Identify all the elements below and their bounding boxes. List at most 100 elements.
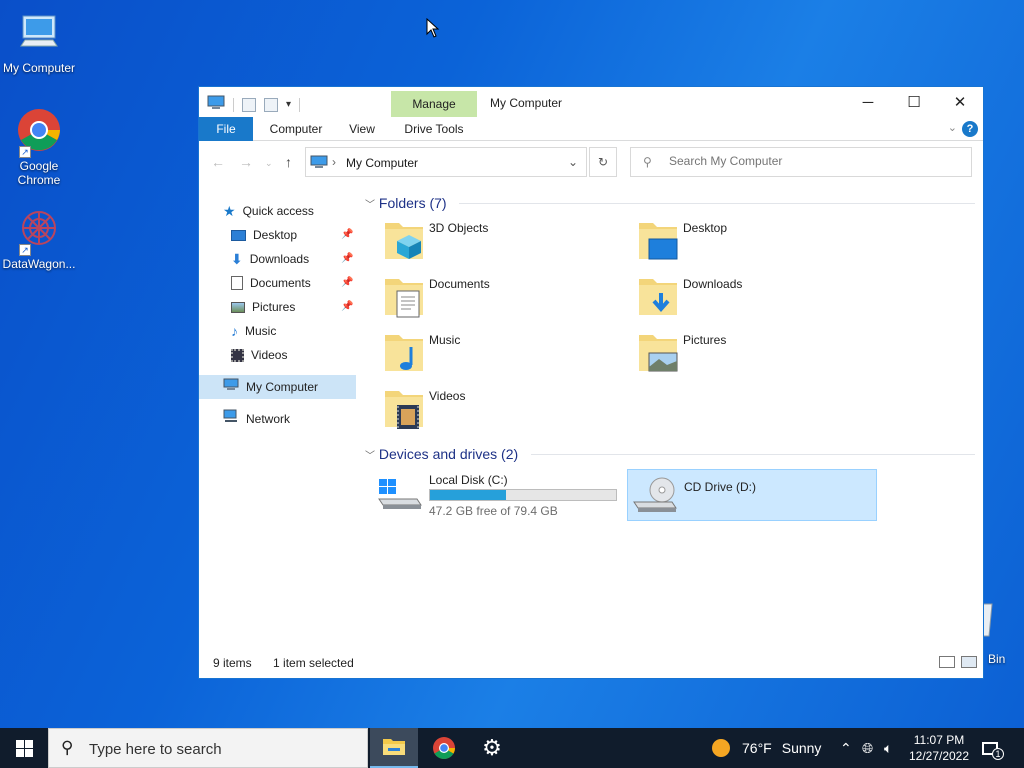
folder-desktop[interactable]: Desktop bbox=[637, 217, 877, 267]
search-input[interactable] bbox=[669, 154, 949, 168]
download-arrow-icon bbox=[637, 273, 681, 319]
window-title: My Computer bbox=[490, 96, 563, 110]
music-note-icon bbox=[383, 329, 427, 375]
cd-drive-icon bbox=[632, 476, 678, 517]
recent-locations-chevron-icon[interactable]: ⌄ bbox=[265, 158, 273, 169]
desktop-icon-datawagon[interactable]: ↗ DataWagon... bbox=[0, 206, 78, 271]
tab-drive-tools[interactable]: Drive Tools bbox=[391, 117, 477, 141]
new-folder-icon[interactable] bbox=[264, 97, 278, 112]
group-collapse-chevron-icon: ﹀ bbox=[365, 451, 375, 462]
details-view-icon[interactable] bbox=[939, 656, 955, 668]
desktop-icon-my-computer[interactable]: My Computer bbox=[0, 10, 78, 75]
minimize-button[interactable]: ─ bbox=[845, 87, 891, 117]
start-button[interactable] bbox=[0, 728, 48, 768]
folder-videos[interactable]: Videos bbox=[383, 385, 623, 435]
address-field[interactable]: › My Computer ⌄ bbox=[305, 147, 587, 177]
folder-3d-objects[interactable]: 3D Objects bbox=[383, 217, 623, 267]
film-icon bbox=[231, 348, 244, 362]
quick-access-toolbar: ▾ bbox=[207, 95, 301, 114]
address-bar-row: ← → ⌄ ↑ › My Computer ⌄ ↻ ⚲ bbox=[199, 147, 983, 177]
tab-view[interactable]: View bbox=[339, 117, 385, 141]
globe-network-icon[interactable]: 🌐︎ bbox=[862, 728, 873, 768]
pin-icon[interactable]: 📌 bbox=[341, 223, 353, 247]
folder-icon bbox=[383, 739, 405, 755]
taskbar-chrome[interactable] bbox=[420, 728, 468, 768]
ribbon-tabs: File Computer View Drive Tools ⌄ ? bbox=[199, 117, 983, 141]
folder-documents[interactable]: Documents bbox=[383, 273, 623, 323]
search-icon: ⚲ bbox=[61, 738, 74, 757]
star-icon: ★ bbox=[223, 203, 236, 219]
pin-icon[interactable]: 📌 bbox=[341, 295, 353, 319]
item-count: 9 items bbox=[213, 656, 252, 670]
customize-toolbar-chevron-icon[interactable]: ▾ bbox=[286, 99, 291, 110]
music-note-icon: ♪ bbox=[231, 323, 238, 339]
folder-downloads[interactable]: Downloads bbox=[637, 273, 877, 323]
properties-icon[interactable] bbox=[242, 97, 256, 112]
taskbar-file-explorer[interactable] bbox=[370, 728, 418, 768]
folder-music[interactable]: Music bbox=[383, 329, 623, 379]
tab-computer[interactable]: Computer bbox=[261, 117, 331, 141]
search-box[interactable]: ⚲ bbox=[630, 147, 972, 177]
breadcrumb-chevron-icon[interactable]: › bbox=[332, 155, 336, 169]
desktop-icon-chrome[interactable]: ↗ Google Chrome bbox=[0, 108, 78, 187]
nav-item-documents[interactable]: Documents 📌 bbox=[231, 271, 356, 295]
3d-cube-icon bbox=[383, 217, 427, 263]
maximize-button[interactable]: ☐ bbox=[891, 87, 937, 117]
drives-group-header[interactable]: ﹀ Devices and drives (2) bbox=[365, 446, 518, 462]
folders-group-header[interactable]: ﹀ Folders (7) bbox=[365, 195, 447, 211]
nav-item-music[interactable]: ♪ Music bbox=[231, 319, 276, 343]
notification-center-button[interactable]: 1 bbox=[982, 728, 1010, 768]
chrome-icon: ↗ bbox=[15, 108, 63, 158]
nav-item-my-computer[interactable]: My Computer bbox=[199, 375, 356, 399]
help-icon[interactable]: ? bbox=[962, 121, 978, 137]
pin-icon[interactable]: 📌 bbox=[341, 271, 353, 295]
network-icon bbox=[223, 407, 239, 431]
forward-arrow-icon[interactable]: → bbox=[239, 154, 253, 170]
ribbon-expand-chevron-icon[interactable]: ⌄ bbox=[948, 121, 957, 134]
clock-date: 12/27/2022 bbox=[908, 749, 970, 763]
drive-cd-d[interactable]: CD Drive (D:) bbox=[627, 469, 877, 521]
refresh-button[interactable]: ↻ bbox=[589, 147, 617, 177]
nav-item-desktop[interactable]: Desktop 📌 bbox=[231, 223, 356, 247]
file-explorer-window: ▾ Manage My Computer ─ ☐ ✕ File Computer… bbox=[198, 86, 984, 679]
close-button[interactable]: ✕ bbox=[937, 87, 983, 117]
clock-time: 11:07 PM bbox=[913, 733, 965, 747]
nav-item-videos[interactable]: Videos bbox=[231, 343, 287, 367]
selection-count: 1 item selected bbox=[273, 656, 354, 670]
speaker-icon[interactable]: 🔈︎ bbox=[884, 728, 892, 768]
taskbar-settings[interactable]: ⚙ bbox=[468, 728, 516, 768]
system-clock[interactable]: 11:07 PM 12/27/2022 bbox=[906, 732, 972, 764]
computer-icon bbox=[223, 375, 239, 399]
gear-icon: ⚙ bbox=[482, 735, 502, 760]
weather-condition: Sunny bbox=[781, 740, 822, 756]
refresh-icon: ↻ bbox=[597, 155, 609, 169]
desktop-icon-label: DataWagon... bbox=[2, 257, 76, 271]
nav-item-quick-access[interactable]: ★ Quick access bbox=[223, 199, 314, 223]
up-arrow-icon[interactable]: ↑ bbox=[285, 154, 292, 170]
taskbar: ⚲ Type here to search ⚙ 76°F Sunny ⌃ 🌐︎ … bbox=[0, 728, 1024, 768]
drive-usage-fill bbox=[430, 490, 507, 500]
nav-item-network[interactable]: Network bbox=[223, 407, 290, 431]
address-dropdown-chevron-icon[interactable]: ⌄ bbox=[568, 155, 578, 169]
nav-item-pictures[interactable]: Pictures 📌 bbox=[231, 295, 356, 319]
chrome-icon bbox=[433, 737, 455, 759]
picture-icon bbox=[637, 329, 681, 375]
drive-label: CD Drive (D:) bbox=[684, 480, 756, 494]
sun-icon bbox=[712, 739, 730, 757]
tab-file[interactable]: File bbox=[199, 117, 253, 141]
download-arrow-icon: ⬇ bbox=[231, 251, 243, 267]
folder-pictures[interactable]: Pictures bbox=[637, 329, 877, 379]
drives-group-divider bbox=[531, 454, 975, 455]
drive-local-disk-c[interactable]: Local Disk (C:) 47.2 GB free of 79.4 GB bbox=[377, 469, 623, 521]
show-hidden-icons-chevron-icon[interactable]: ⌃ bbox=[840, 728, 852, 768]
pin-icon[interactable]: 📌 bbox=[341, 247, 353, 271]
nav-item-downloads[interactable]: ⬇ Downloads 📌 bbox=[231, 247, 356, 271]
taskbar-search-box[interactable]: ⚲ Type here to search bbox=[48, 728, 368, 768]
tab-manage[interactable]: Manage bbox=[391, 91, 477, 117]
back-arrow-icon[interactable]: ← bbox=[211, 154, 225, 170]
weather-widget[interactable]: 76°F Sunny bbox=[712, 728, 821, 768]
drive-free-space: 47.2 GB free of 79.4 GB bbox=[429, 504, 558, 518]
large-icons-view-icon[interactable] bbox=[961, 656, 977, 668]
shortcut-arrow-icon: ↗ bbox=[19, 146, 31, 158]
breadcrumb-my-computer[interactable]: My Computer bbox=[346, 156, 418, 170]
